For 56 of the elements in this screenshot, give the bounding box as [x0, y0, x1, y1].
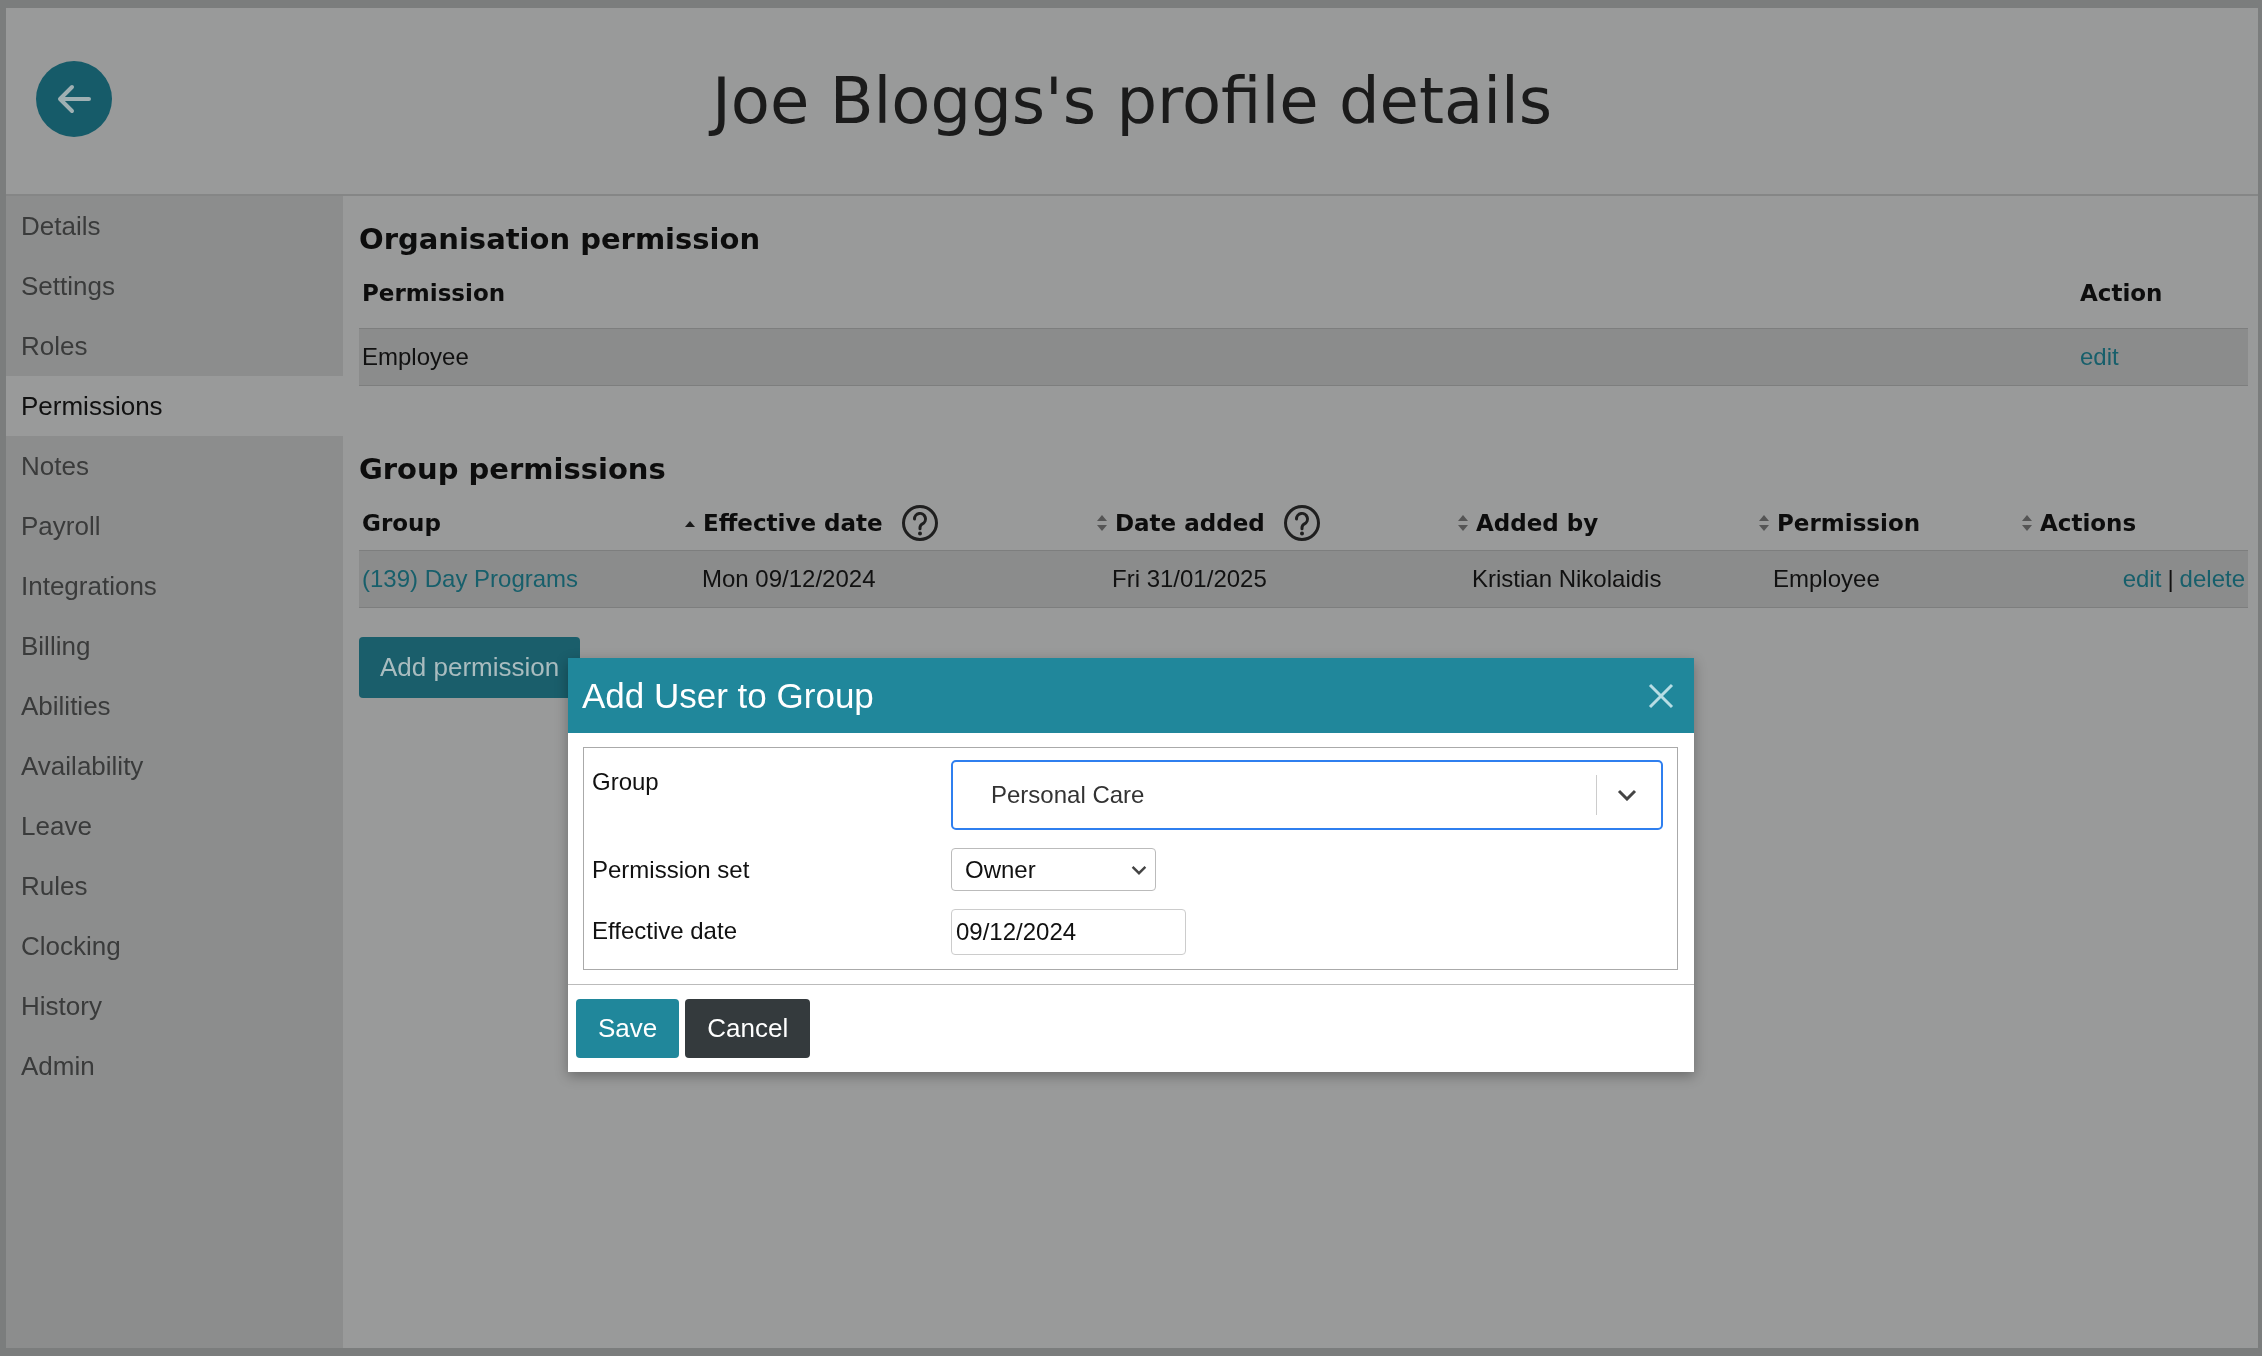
close-icon: [1648, 682, 1674, 709]
field-label: Group: [592, 767, 660, 796]
section-heading: Group permissions: [359, 451, 667, 486]
sort-icon[interactable]: [2021, 514, 2033, 532]
column-header: Permission: [362, 280, 506, 306]
sidebar-item[interactable]: Abilities: [6, 676, 343, 736]
action-link[interactable]: edit: [2122, 565, 2162, 593]
add-permission-button[interactable]: Add permission: [359, 637, 581, 698]
column-header[interactable]: Group: [362, 510, 441, 536]
table-cell: Employee: [362, 343, 469, 371]
cancel-button[interactable]: Cancel: [685, 999, 811, 1058]
link-separator: |: [2167, 565, 2174, 593]
table-cell: Employee: [1773, 565, 1880, 593]
group-select[interactable]: Personal Care: [951, 760, 1663, 830]
column-header[interactable]: Actions: [2040, 510, 2137, 536]
section-heading: Organisation permission: [359, 221, 762, 256]
edit-link[interactable]: edit: [2080, 343, 2119, 371]
field-label: Permission set: [592, 855, 751, 884]
column-header[interactable]: Permission: [1777, 510, 1921, 536]
chevron-down-icon: [1617, 789, 1637, 801]
sidebar-item[interactable]: Notes: [6, 436, 343, 496]
sidebar-item[interactable]: Details: [6, 196, 343, 256]
sort-icon[interactable]: [1096, 514, 1108, 532]
chevron-down-icon: [1131, 864, 1147, 875]
back-arrow-icon: [57, 84, 91, 114]
sidebar-item[interactable]: Billing: [6, 616, 343, 676]
sidebar-item[interactable]: History: [6, 976, 343, 1036]
sidebar-item[interactable]: Settings: [6, 256, 343, 316]
dialog-title: Add User to Group: [582, 675, 874, 716]
column-header: Action: [2080, 280, 2163, 306]
sidebar-item[interactable]: Clocking: [6, 916, 343, 976]
permission-select[interactable]: Owner: [951, 848, 1156, 891]
field-label: Effective date: [592, 916, 738, 945]
column-header[interactable]: Added by: [1476, 510, 1599, 536]
group-link[interactable]: (139) Day Programs: [362, 565, 579, 593]
action-link[interactable]: delete: [2179, 565, 2245, 593]
help-icon[interactable]: [900, 504, 939, 542]
sidebar-item[interactable]: Leave: [6, 796, 343, 856]
date-input[interactable]: 09/12/2024: [951, 909, 1186, 955]
sidebar-item[interactable]: Payroll: [6, 496, 343, 556]
column-header[interactable]: Date added: [1115, 510, 1265, 536]
sort-icon[interactable]: [1758, 514, 1770, 532]
sidebar-item[interactable]: Admin: [6, 1036, 343, 1096]
sidebar-item[interactable]: Permissions: [6, 376, 343, 436]
sidebar-item[interactable]: Roles: [6, 316, 343, 376]
save-button[interactable]: Save: [576, 999, 680, 1058]
sidebar-item[interactable]: Rules: [6, 856, 343, 916]
table-cell: Mon 09/12/2024: [702, 565, 876, 593]
sort-ascending-icon[interactable]: [684, 519, 696, 527]
table-cell: Kristian Nikolaidis: [1472, 565, 1662, 593]
sidebar-item[interactable]: Integrations: [6, 556, 343, 616]
sidebar-item[interactable]: Availability: [6, 736, 343, 796]
sort-icon[interactable]: [1457, 514, 1469, 532]
column-header[interactable]: Effective date: [703, 510, 883, 536]
help-icon[interactable]: [1282, 504, 1321, 542]
table-cell: Fri 31/01/2025: [1112, 565, 1267, 593]
